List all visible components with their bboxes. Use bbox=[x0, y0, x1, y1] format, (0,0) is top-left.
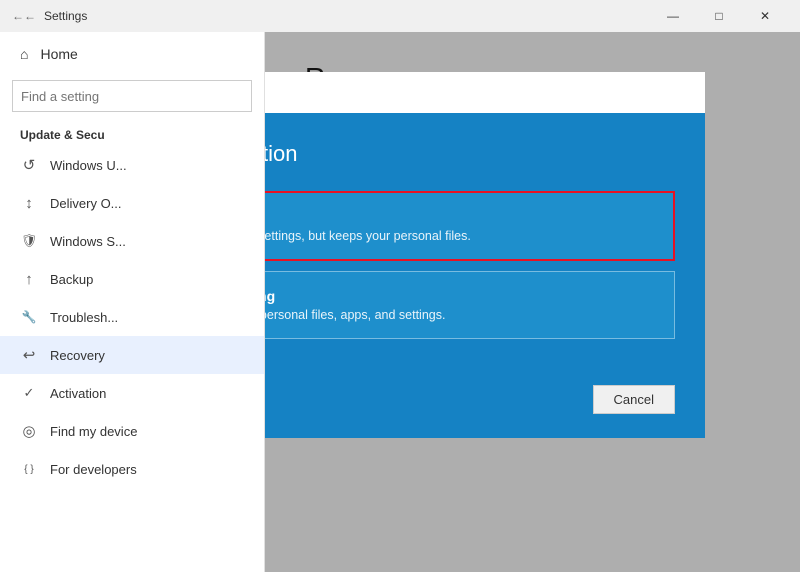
maximize-button[interactable]: □ bbox=[696, 0, 742, 32]
dialog-overlay: Reset this PC Choose an option Keep my f… bbox=[265, 32, 800, 572]
dialog-tab-bar: Reset this PC bbox=[265, 72, 705, 113]
sidebar-item-recovery[interactable]: Recovery bbox=[0, 336, 264, 374]
delivery-icon bbox=[20, 194, 38, 212]
home-icon bbox=[20, 46, 28, 62]
search-input[interactable] bbox=[12, 80, 252, 112]
sidebar-item-label: Delivery O... bbox=[50, 196, 122, 211]
sidebar-section-label: Update & Secu bbox=[0, 120, 264, 146]
reset-dialog: Reset this PC Choose an option Keep my f… bbox=[265, 72, 705, 438]
settings-window: ← Settings — □ ✕ Home Update & Secu Wind… bbox=[0, 0, 800, 572]
sidebar-item-label: Troublesh... bbox=[50, 310, 118, 325]
title-bar-left: ← Settings bbox=[12, 9, 87, 23]
recovery-icon bbox=[20, 346, 38, 364]
dialog-footer: Help me choose Cancel bbox=[265, 369, 705, 438]
troubleshoot-icon bbox=[20, 308, 38, 326]
cancel-button[interactable]: Cancel bbox=[593, 385, 675, 414]
sidebar-item-home[interactable]: Home bbox=[0, 32, 264, 76]
dev-icon bbox=[20, 460, 38, 478]
sidebar-item-label: Activation bbox=[50, 386, 106, 401]
minimize-button[interactable]: — bbox=[650, 0, 696, 32]
title-bar: ← Settings — □ ✕ bbox=[0, 0, 800, 32]
window-title: Settings bbox=[44, 9, 87, 23]
sidebar-item-activation[interactable]: Activation bbox=[0, 374, 264, 412]
sidebar-home-label: Home bbox=[40, 46, 77, 62]
sidebar-item-label: Windows S... bbox=[50, 234, 126, 249]
sidebar-item-backup[interactable]: Backup bbox=[0, 260, 264, 298]
sidebar-item-windows-update[interactable]: Windows U... bbox=[0, 146, 264, 184]
dialog-body: Choose an option Keep my files Removes a… bbox=[265, 113, 705, 369]
dialog-heading: Choose an option bbox=[265, 141, 675, 167]
sidebar-item-delivery[interactable]: Delivery O... bbox=[0, 184, 264, 222]
main-page: Recovery Reset this PC Choose an option … bbox=[265, 32, 800, 572]
backup-icon bbox=[20, 270, 38, 288]
window-controls: — □ ✕ bbox=[650, 0, 788, 32]
close-button[interactable]: ✕ bbox=[742, 0, 788, 32]
sidebar-item-windows-security[interactable]: Windows S... bbox=[0, 222, 264, 260]
activation-icon bbox=[20, 384, 38, 402]
option-keep-files[interactable]: Keep my files Removes apps and settings,… bbox=[265, 191, 675, 261]
refresh-icon bbox=[20, 156, 38, 174]
option-remove-everything-title: Remove everything bbox=[265, 288, 654, 304]
sidebar-item-troubleshoot[interactable]: Troublesh... bbox=[0, 298, 264, 336]
find-icon bbox=[20, 422, 38, 440]
sidebar-item-label: Backup bbox=[50, 272, 93, 287]
back-button[interactable]: ← bbox=[12, 9, 36, 23]
sidebar: Home Update & Secu Windows U... Delivery… bbox=[0, 32, 265, 572]
option-keep-files-title: Keep my files bbox=[265, 209, 653, 225]
option-remove-everything-desc: Removes all of your personal files, apps… bbox=[265, 308, 654, 322]
sidebar-item-for-developers[interactable]: For developers bbox=[0, 450, 264, 488]
shield-icon bbox=[20, 232, 38, 250]
sidebar-item-find-my-device[interactable]: Find my device bbox=[0, 412, 264, 450]
sidebar-item-label: Windows U... bbox=[50, 158, 127, 173]
option-remove-everything[interactable]: Remove everything Removes all of your pe… bbox=[265, 271, 675, 339]
sidebar-search-container bbox=[12, 80, 252, 112]
sidebar-item-label: Recovery bbox=[50, 348, 105, 363]
content-area: Home Update & Secu Windows U... Delivery… bbox=[0, 32, 800, 572]
option-keep-files-desc: Removes apps and settings, but keeps you… bbox=[265, 229, 653, 243]
sidebar-item-label: For developers bbox=[50, 462, 137, 477]
sidebar-item-label: Find my device bbox=[50, 424, 137, 439]
